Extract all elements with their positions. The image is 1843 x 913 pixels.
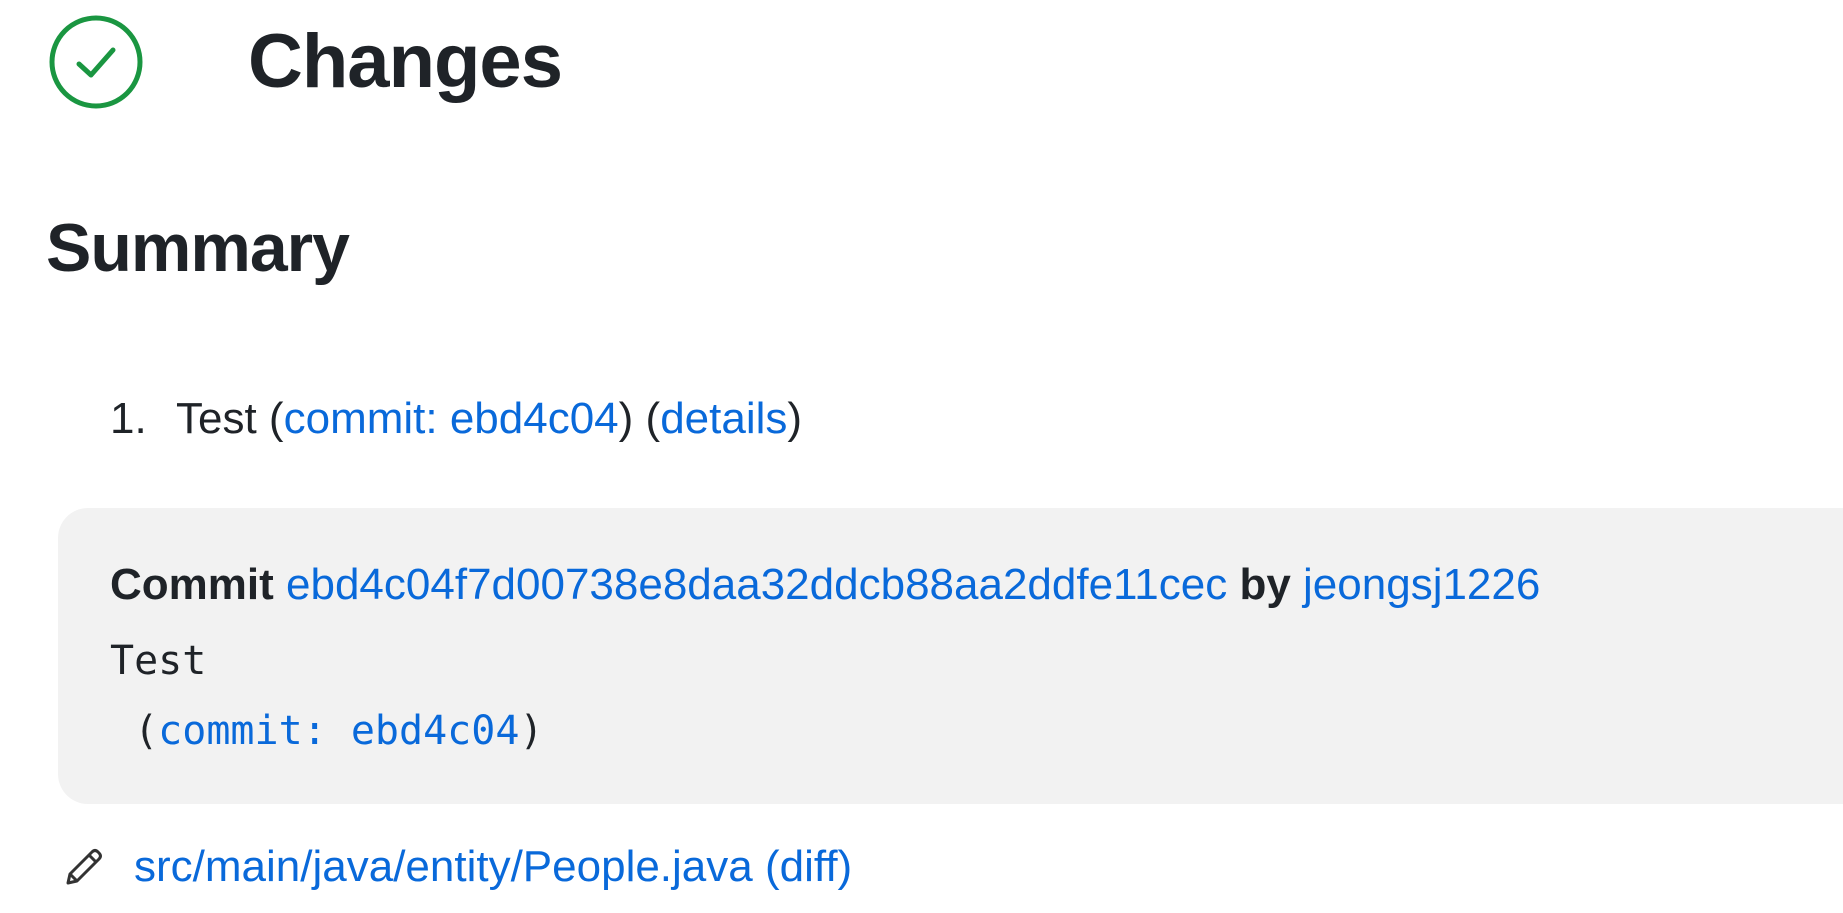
details-link[interactable]: details (660, 392, 787, 446)
author-link[interactable]: jeongsj1226 (1303, 560, 1540, 609)
commit-label: Commit (110, 560, 274, 609)
file-diff-link[interactable]: src/main/java/entity/People.java (diff) (134, 840, 852, 894)
file-change-row: src/main/java/entity/People.java (diff) (60, 840, 852, 894)
paren-open: ( (256, 394, 284, 443)
list-item-number: 1. (110, 394, 147, 443)
commit-box: Commit ebd4c04f7d00738e8daa32ddcb88aa2dd… (58, 508, 1843, 804)
check-circle-icon (49, 15, 143, 109)
paren-between: ) ( (618, 394, 661, 443)
commit-message-line: Test (110, 638, 207, 684)
commit-ref-close: ) (519, 708, 544, 754)
commit-header-line: Commit ebd4c04f7d00738e8daa32ddcb88aa2dd… (110, 558, 1540, 612)
commit-ref-link[interactable]: commit: ebd4c04 (158, 708, 519, 754)
list-item-message: Test (176, 394, 257, 443)
page-header: Changes (48, 14, 563, 110)
diff-label: (diff) (764, 842, 853, 891)
commit-ref-open: ( (110, 708, 159, 754)
page-title: Changes (248, 19, 563, 104)
summary-list: 1. Test (commit: ebd4c04) (details) (110, 392, 802, 446)
file-path: src/main/java/entity/People.java (134, 842, 753, 891)
pencil-icon (66, 849, 102, 885)
by-label: by (1239, 560, 1291, 609)
summary-list-item: 1. Test (commit: ebd4c04) (details) (110, 392, 802, 446)
summary-heading: Summary (46, 210, 350, 286)
commit-hash-link[interactable]: ebd4c04f7d00738e8daa32ddcb88aa2ddfe11cec (286, 560, 1227, 609)
paren-close: ) (787, 394, 803, 443)
commit-short-link[interactable]: commit: ebd4c04 (284, 392, 619, 446)
commit-message: Test (commit: ebd4c04) (110, 626, 544, 766)
